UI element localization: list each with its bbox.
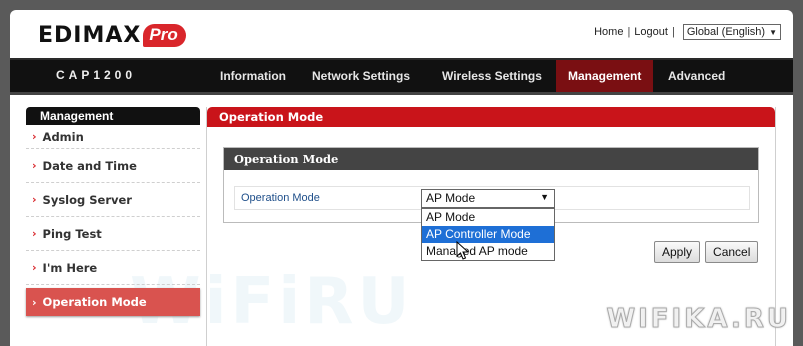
sidebar: Management › Admin › Date and Time › Sys… — [26, 107, 200, 319]
sidebar-item-label: I'm Here — [42, 260, 98, 275]
brand-pro-tag: Pro — [143, 24, 186, 47]
chevron-right-icon: › — [32, 193, 37, 206]
chevron-down-icon: ▼ — [540, 192, 549, 202]
top-links: Home | Logout | Global (English) ▼ — [594, 24, 781, 40]
operation-mode-label: Operation Mode — [241, 192, 320, 204]
nav-information[interactable]: Information — [208, 60, 298, 92]
brand-name: EDIMAX — [38, 23, 142, 48]
operation-mode-dropdown: AP Mode AP Controller Mode Managed AP mo… — [421, 208, 555, 261]
section-title: Operation Mode — [224, 148, 758, 170]
mouse-cursor-icon — [456, 241, 470, 260]
sidebar-item-label: Admin — [42, 129, 84, 144]
watermark-logo: WIFIKA.RU — [606, 304, 791, 335]
link-separator: | — [671, 26, 675, 38]
edimax-logo[interactable]: EDIMAX Pro — [38, 23, 186, 48]
main-nav: CAP1200 Information Network Settings Wir… — [10, 58, 793, 92]
sidebar-title: Management — [26, 107, 200, 125]
logout-link[interactable]: Logout — [634, 26, 668, 38]
sidebar-item-im-here[interactable]: › I'm Here — [26, 251, 200, 285]
sidebar-item-ping-test[interactable]: › Ping Test — [26, 217, 200, 251]
sidebar-item-label: Ping Test — [42, 226, 102, 241]
home-link[interactable]: Home — [594, 26, 623, 38]
sidebar-item-label: Date and Time — [42, 158, 137, 173]
chevron-right-icon: › — [32, 261, 37, 274]
nav-network-settings[interactable]: Network Settings — [300, 60, 422, 92]
operation-mode-section: Operation Mode Operation Mode AP Mode ▼ … — [223, 147, 759, 261]
sidebar-item-syslog-server[interactable]: › Syslog Server — [26, 183, 200, 217]
nav-management[interactable]: Management — [556, 60, 654, 92]
chevron-down-icon: ▼ — [769, 27, 777, 37]
operation-mode-select[interactable]: AP Mode ▼ — [421, 189, 555, 208]
select-value: AP Mode — [426, 191, 476, 205]
option-ap-controller-mode[interactable]: AP Controller Mode — [422, 226, 554, 243]
link-separator: | — [627, 26, 631, 38]
sidebar-item-admin[interactable]: › Admin — [26, 125, 200, 149]
panel-title: Operation Mode — [207, 107, 775, 127]
operation-mode-row: Operation Mode AP Mode ▼ AP Mode AP Cont… — [234, 186, 750, 261]
nav-advanced[interactable]: Advanced — [656, 60, 737, 92]
header-bar: EDIMAX Pro Home | Logout | Global (Engli… — [10, 10, 793, 58]
option-managed-ap-mode[interactable]: Managed AP mode — [422, 243, 554, 260]
sidebar-item-label: Syslog Server — [42, 192, 132, 207]
language-value: Global (English) — [686, 26, 766, 38]
chevron-right-icon: › — [32, 295, 37, 309]
nav-wireless-settings[interactable]: Wireless Settings — [430, 60, 554, 92]
cancel-button[interactable]: Cancel — [705, 241, 759, 263]
action-buttons: Apply Cancel — [654, 241, 759, 263]
sidebar-item-label: Operation Mode — [42, 295, 147, 309]
sidebar-item-date-time[interactable]: › Date and Time — [26, 149, 200, 183]
option-ap-mode[interactable]: AP Mode — [422, 209, 554, 226]
chevron-right-icon: › — [32, 227, 37, 240]
sidebar-item-operation-mode[interactable]: › Operation Mode — [26, 288, 200, 316]
chevron-right-icon: › — [32, 159, 37, 172]
model-name: CAP1200 — [56, 68, 137, 82]
apply-button[interactable]: Apply — [654, 241, 701, 263]
language-select[interactable]: Global (English) ▼ — [682, 24, 781, 40]
chevron-right-icon: › — [32, 130, 37, 143]
